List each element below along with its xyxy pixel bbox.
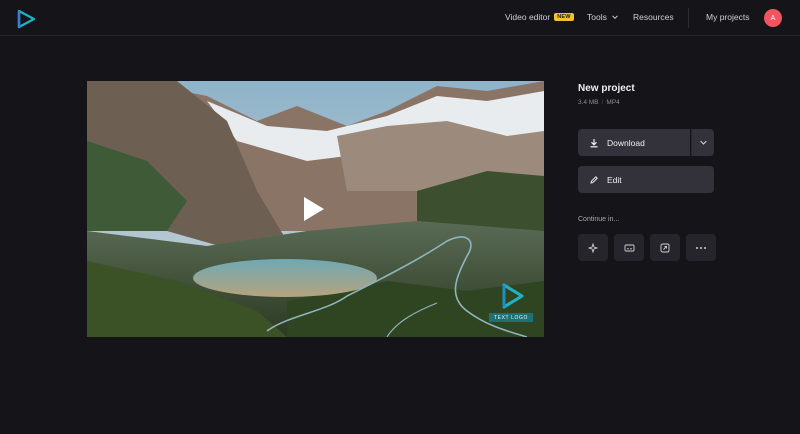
nav-resources[interactable]: Resources: [633, 12, 674, 22]
nav-tools-menu[interactable]: Tools: [587, 12, 619, 22]
subtitles-icon: [624, 244, 634, 251]
nav-divider: [688, 8, 689, 28]
nav-resources-label: Resources: [633, 12, 674, 22]
nav-my-projects[interactable]: My projects: [706, 12, 749, 22]
download-button[interactable]: Download: [578, 129, 691, 156]
pencil-icon: [590, 175, 598, 184]
user-avatar[interactable]: A: [764, 9, 782, 27]
nav-video-editor-label: Video editor: [505, 12, 551, 22]
nav-my-projects-label: My projects: [706, 12, 750, 22]
edit-label: Edit: [607, 174, 622, 185]
download-button-group: Download: [578, 129, 714, 156]
project-meta: 3.4 MB / MP4: [578, 99, 620, 106]
tool-enhance-button[interactable]: [578, 234, 608, 261]
download-options-button[interactable]: [691, 129, 714, 156]
project-title: New project: [578, 83, 635, 94]
download-label: Download: [607, 137, 645, 148]
tool-resize-button[interactable]: [650, 234, 680, 261]
continue-in-label: Continue in...: [578, 216, 620, 223]
tool-more-button[interactable]: [686, 234, 716, 261]
avatar-initial: A: [770, 14, 776, 22]
new-badge: NEW: [554, 13, 574, 21]
more-icon: [696, 246, 706, 249]
file-format: MP4: [606, 99, 620, 106]
chevron-down-icon: [699, 140, 707, 145]
continue-tools: [578, 234, 716, 261]
nav-video-editor[interactable]: Video editor NEW: [505, 12, 574, 22]
brand-logo-icon[interactable]: [16, 9, 36, 29]
resize-icon: [660, 243, 670, 252]
download-icon: [590, 138, 598, 147]
edit-button[interactable]: Edit: [578, 166, 714, 193]
chevron-down-icon: [611, 15, 618, 20]
file-size: 3.4 MB: [578, 99, 599, 106]
sparkle-icon: [588, 242, 598, 253]
watermark-text: TEXT LOGO: [489, 313, 533, 322]
watermark-logo-icon: [502, 283, 524, 309]
meta-separator: /: [601, 99, 604, 106]
play-icon[interactable]: [302, 196, 326, 222]
tool-subtitles-button[interactable]: [614, 234, 644, 261]
top-navigation: Video editor NEW Tools Resources My proj…: [0, 0, 800, 36]
nav-tools-label: Tools: [587, 12, 607, 22]
